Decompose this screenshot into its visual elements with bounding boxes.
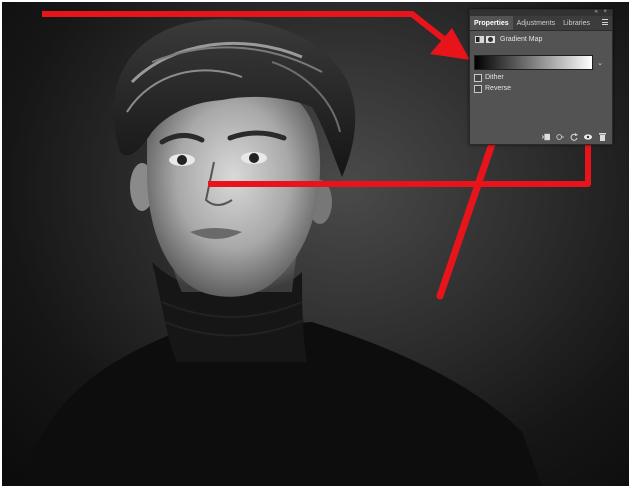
view-previous-state-icon[interactable]	[556, 133, 564, 141]
arrow-to-adjustment-icon	[42, 11, 470, 60]
adjustment-header: Gradient Map	[470, 31, 612, 47]
dither-label: Dither	[485, 74, 504, 81]
gradient-map-adjustment-icon[interactable]	[475, 35, 484, 43]
dither-option[interactable]: Dither	[474, 73, 504, 82]
properties-panel: « × Properties Adjustments Libraries Gra…	[469, 9, 613, 145]
gradient-dropdown-button[interactable]: ⌄	[594, 55, 606, 70]
adjustment-title: Gradient Map	[500, 35, 543, 43]
layer-mask-icon[interactable]	[486, 35, 495, 43]
panel-footer-toolbar	[470, 129, 612, 144]
panel-collapse-close-controls[interactable]: « ×	[594, 9, 609, 15]
dither-checkbox[interactable]	[474, 73, 482, 82]
reverse-option[interactable]: Reverse	[474, 84, 511, 93]
panel-tab-bar: Properties Adjustments Libraries	[470, 16, 612, 31]
panel-menu-icon[interactable]	[602, 19, 608, 25]
tab-properties[interactable]: Properties	[470, 16, 513, 30]
tab-adjustments[interactable]: Adjustments	[513, 16, 560, 30]
gradient-picker: ⌄	[474, 55, 606, 70]
trash-icon[interactable]	[598, 132, 606, 141]
reverse-label: Reverse	[485, 85, 512, 92]
visibility-eye-icon[interactable]	[584, 133, 592, 141]
reset-icon[interactable]	[570, 132, 578, 141]
tab-libraries[interactable]: Libraries	[559, 16, 594, 30]
gradient-bar[interactable]	[474, 55, 593, 70]
reverse-checkbox[interactable]	[474, 84, 482, 93]
chevron-down-icon: ⌄	[597, 59, 603, 67]
clip-to-layer-icon[interactable]	[542, 133, 550, 141]
